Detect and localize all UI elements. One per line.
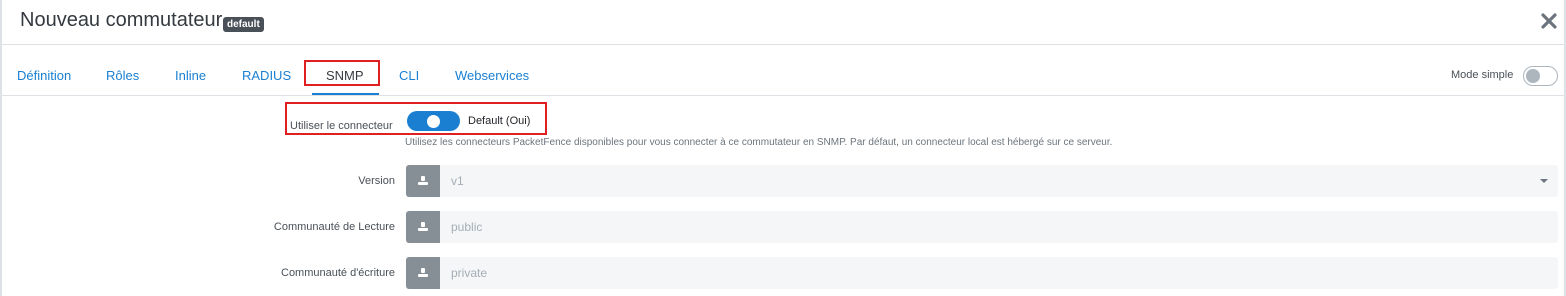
modal-title: Nouveau commutateur (20, 9, 223, 31)
modal-header: Nouveau commutateur default (0, 0, 1566, 45)
read-community-input[interactable]: public (440, 211, 1558, 243)
tab-radius[interactable]: RADIUS (242, 68, 291, 83)
toggle-knob (427, 115, 440, 128)
inherit-icon[interactable] (406, 165, 440, 197)
write-community-value: private (451, 266, 488, 280)
mode-simple-toggle[interactable] (1523, 66, 1558, 86)
read-community-value: public (451, 220, 483, 234)
tab-roles[interactable]: Rôles (106, 68, 139, 83)
tab-cli[interactable]: CLI (399, 68, 419, 83)
mode-simple-label: Mode simple (1451, 69, 1514, 81)
chevron-down-icon (1540, 179, 1548, 183)
close-icon[interactable] (1538, 10, 1560, 32)
version-label: Version (358, 175, 395, 187)
connector-help-text: Utilisez les connecteurs PacketFence dis… (405, 137, 1113, 148)
tab-inline[interactable]: Inline (175, 68, 206, 83)
tab-webservices[interactable]: Webservices (455, 68, 529, 83)
version-value: v1 (451, 174, 464, 188)
tabs-bar: Définition Rôles Inline RADIUS SNMP CLI … (0, 46, 1566, 96)
connector-label: Utiliser le connecteur (290, 120, 393, 132)
read-community-label: Communauté de Lecture (273, 221, 395, 233)
toggle-knob (1526, 69, 1540, 83)
connector-toggle[interactable] (407, 111, 460, 131)
write-community-input[interactable]: private (440, 257, 1558, 289)
inherit-icon[interactable] (406, 257, 440, 289)
tab-definition[interactable]: Définition (17, 68, 71, 83)
snmp-tab-highlight (304, 60, 380, 86)
version-select[interactable]: v1 (440, 165, 1558, 197)
default-badge: default (223, 17, 264, 32)
active-tab-underline (312, 93, 379, 95)
connector-status: Default (Oui) (468, 115, 531, 127)
write-community-label: Communauté d'écriture (281, 267, 395, 279)
inherit-icon[interactable] (406, 211, 440, 243)
